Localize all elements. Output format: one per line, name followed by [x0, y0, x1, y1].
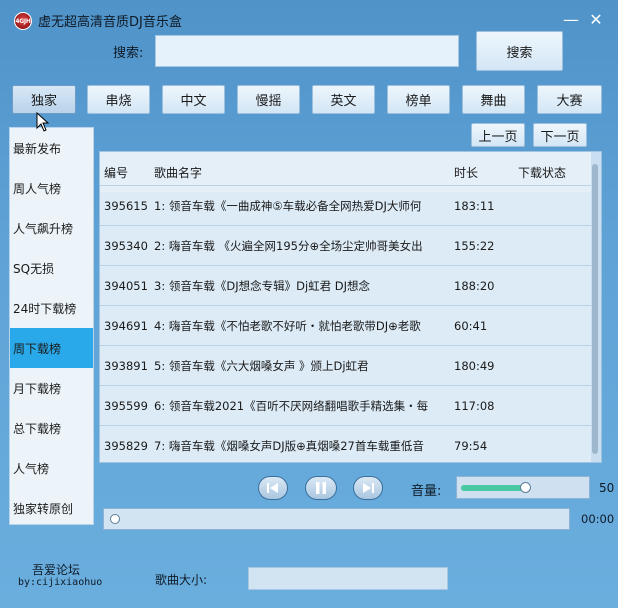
pause-icon — [316, 482, 326, 494]
song-duration: 60:41 — [454, 319, 488, 333]
volume-slider-handle[interactable] — [520, 482, 531, 493]
category-button-medley[interactable]: 串烧 — [87, 85, 150, 114]
sidebar-item[interactable]: 最新发布 — [10, 128, 93, 168]
sidebar-item[interactable]: 人气榜 — [10, 448, 93, 488]
category-button-english[interactable]: 英文 — [312, 85, 375, 114]
table-scrollbar-thumb[interactable] — [592, 164, 598, 454]
search-button[interactable]: 搜索 — [476, 31, 563, 71]
song-size-label: 歌曲大小: — [155, 573, 208, 587]
progress-slider[interactable] — [103, 508, 570, 530]
category-button-contest[interactable]: 大赛 — [537, 85, 602, 114]
sidebar-item[interactable]: 月下载榜 — [10, 368, 93, 408]
song-size-field — [248, 567, 448, 590]
sidebar-item[interactable]: 周人气榜 — [10, 168, 93, 208]
category-button-dance[interactable]: 舞曲 — [462, 85, 525, 114]
category-button-exclusive[interactable]: 独家 — [12, 85, 76, 114]
search-label: 搜索: — [113, 46, 144, 61]
table-row[interactable]: 395340 2: 嗨音车载 《火遍全网195分⊕全场尘定帅哥美女出 155:22 — [100, 226, 592, 266]
table-row[interactable]: 393891 5: 领音车载《六大烟嗓女声 》颁上Dj虹君 180:49 — [100, 346, 592, 386]
play-pause-button[interactable] — [305, 476, 337, 500]
column-header-id[interactable]: 编号 — [104, 164, 128, 181]
skip-back-icon — [267, 483, 278, 493]
window-title: 虚无超高清音质DJ音乐盒 — [38, 15, 182, 30]
song-id: 393891 — [104, 359, 148, 373]
sidebar-item[interactable]: 人气飙升榜 — [10, 208, 93, 248]
mouse-cursor-icon — [36, 112, 50, 132]
volume-slider[interactable] — [456, 476, 590, 499]
column-header-duration[interactable]: 时长 — [454, 164, 478, 181]
brand-author: by:cijixiaohuo — [18, 577, 103, 588]
song-name: 5: 领音车载《六大烟嗓女声 》颁上Dj虹君 — [154, 359, 369, 373]
table-row[interactable]: 395615 1: 领音车载《一曲成神⑤车载必备全网热爱DJ大师何 183:11 — [100, 186, 592, 226]
sidebar-item[interactable]: 24时下载榜 — [10, 288, 93, 328]
song-name: 2: 嗨音车载 《火遍全网195分⊕全场尘定帅哥美女出 — [154, 239, 423, 253]
volume-value: 50 — [599, 481, 615, 495]
song-id: 395599 — [104, 399, 148, 413]
column-header-status[interactable]: 下载状态 — [518, 164, 566, 181]
progress-slider-handle[interactable] — [110, 514, 120, 524]
skip-forward-icon — [363, 483, 374, 493]
song-duration: 180:49 — [454, 359, 495, 373]
song-id: 395829 — [104, 439, 148, 453]
song-id: 394691 — [104, 319, 148, 333]
song-name: 4: 嗨音车载《不怕老歌不好听・就怕老歌带DJ⊕老歌 — [154, 319, 421, 333]
song-id: 395340 — [104, 239, 148, 253]
app-logo: 4GJH — [14, 12, 32, 30]
sidebar: 最新发布 周人气榜 人气飙升榜 SQ无损 24时下载榜 周下载榜 月下载榜 总下载榜 人气榜 独家… — [9, 127, 94, 525]
song-duration: 155:22 — [454, 239, 495, 253]
song-name: 1: 领音车载《一曲成神⑤车载必备全网热爱DJ大师何 — [154, 199, 422, 213]
song-id: 395615 — [104, 199, 148, 213]
category-button-charts[interactable]: 榜单 — [387, 85, 450, 114]
column-header-name[interactable]: 歌曲名字 — [154, 164, 446, 181]
close-icon[interactable]: ✕ — [585, 8, 607, 30]
song-duration: 188:20 — [454, 279, 495, 293]
song-table: 编号 歌曲名字 时长 下载状态 395615 1: 领音车载《一曲成神⑤车载必备全网热爱D… — [99, 151, 602, 463]
volume-fill — [461, 485, 525, 491]
table-row[interactable]: 395599 6: 领音车载2021《百听不厌网络翻唱歌手精选集・每 117:08 — [100, 386, 592, 426]
song-duration: 79:54 — [454, 439, 488, 453]
table-row[interactable]: 394691 4: 嗨音车载《不怕老歌不好听・就怕老歌带DJ⊕老歌 60:41 — [100, 306, 592, 346]
table-row[interactable]: 394051 3: 领音车载《DJ想念专辑》Dj虹君 DJ想念 188:20 — [100, 266, 592, 306]
volume-label: 音量: — [411, 484, 442, 499]
search-input[interactable] — [155, 35, 459, 67]
sidebar-item[interactable]: 总下载榜 — [10, 408, 93, 448]
next-track-button[interactable] — [353, 476, 383, 500]
song-name: 3: 领音车载《DJ想念专辑》Dj虹君 DJ想念 — [154, 279, 371, 293]
song-name: 7: 嗨音车载《烟嗓女声DJ版⊕真烟嗓27首车载重低音 — [154, 439, 424, 453]
brand-name: 吾爱论坛 — [32, 563, 81, 577]
table-row[interactable]: 395829 7: 嗨音车载《烟嗓女声DJ版⊕真烟嗓27首车载重低音 79:54 — [100, 426, 592, 462]
song-duration: 117:08 — [454, 399, 495, 413]
song-duration: 183:11 — [454, 199, 495, 213]
sidebar-item[interactable]: 独家转原创 — [10, 488, 93, 528]
song-id: 394051 — [104, 279, 148, 293]
minimize-icon[interactable]: — — [560, 8, 582, 30]
sidebar-item[interactable]: SQ无损 — [10, 248, 93, 288]
prev-page-button[interactable]: 上一页 — [471, 123, 525, 147]
playback-time: 00:00 — [581, 512, 615, 526]
song-name: 6: 领音车载2021《百听不厌网络翻唱歌手精选集・每 — [154, 399, 429, 413]
previous-track-button[interactable] — [258, 476, 288, 500]
category-button-slow-rock[interactable]: 慢摇 — [237, 85, 300, 114]
next-page-button[interactable]: 下一页 — [533, 123, 587, 147]
category-button-chinese[interactable]: 中文 — [162, 85, 225, 114]
sidebar-item[interactable]: 周下载榜 — [10, 328, 93, 368]
